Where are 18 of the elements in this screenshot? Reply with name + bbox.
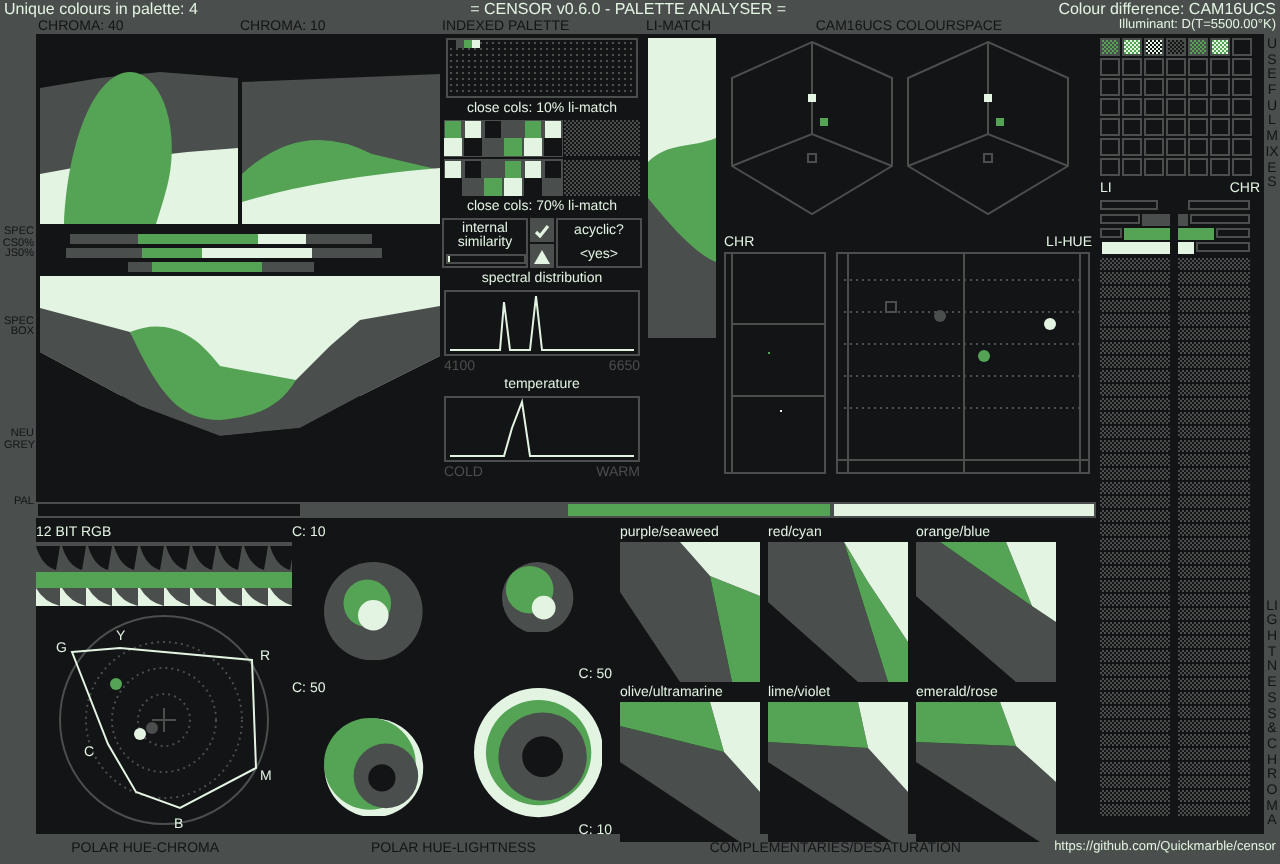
- checkmark-icon: [534, 223, 550, 237]
- desaturation-drawing: [768, 542, 908, 682]
- polar-hue-lightness-drawing: [502, 561, 574, 633]
- palette-swatch[interactable]: [464, 40, 472, 48]
- triangle-button[interactable]: [530, 244, 554, 268]
- triangle-icon: [534, 249, 550, 263]
- polar-hue-lightness-drawing: [324, 561, 424, 661]
- colour-difference-label: Colour difference: CAM16UCS: [1058, 2, 1276, 18]
- similarity-checkbox[interactable]: [530, 218, 554, 242]
- desaturation-drawing: [620, 542, 760, 682]
- palette-swatch[interactable]: [456, 40, 464, 48]
- app-title: = CENSOR v0.6.0 - PALETTE ANALYSER =: [470, 2, 787, 18]
- palette-swatch[interactable]: [472, 40, 480, 48]
- unique-colours-count: Unique colours in palette: 4: [4, 2, 198, 18]
- desaturation-drawing: [916, 542, 1056, 682]
- polar-hue-lightness-drawing: [473, 688, 603, 818]
- similarity-slider[interactable]: [445, 254, 525, 264]
- polar-hue-lightness-drawing: [324, 717, 424, 817]
